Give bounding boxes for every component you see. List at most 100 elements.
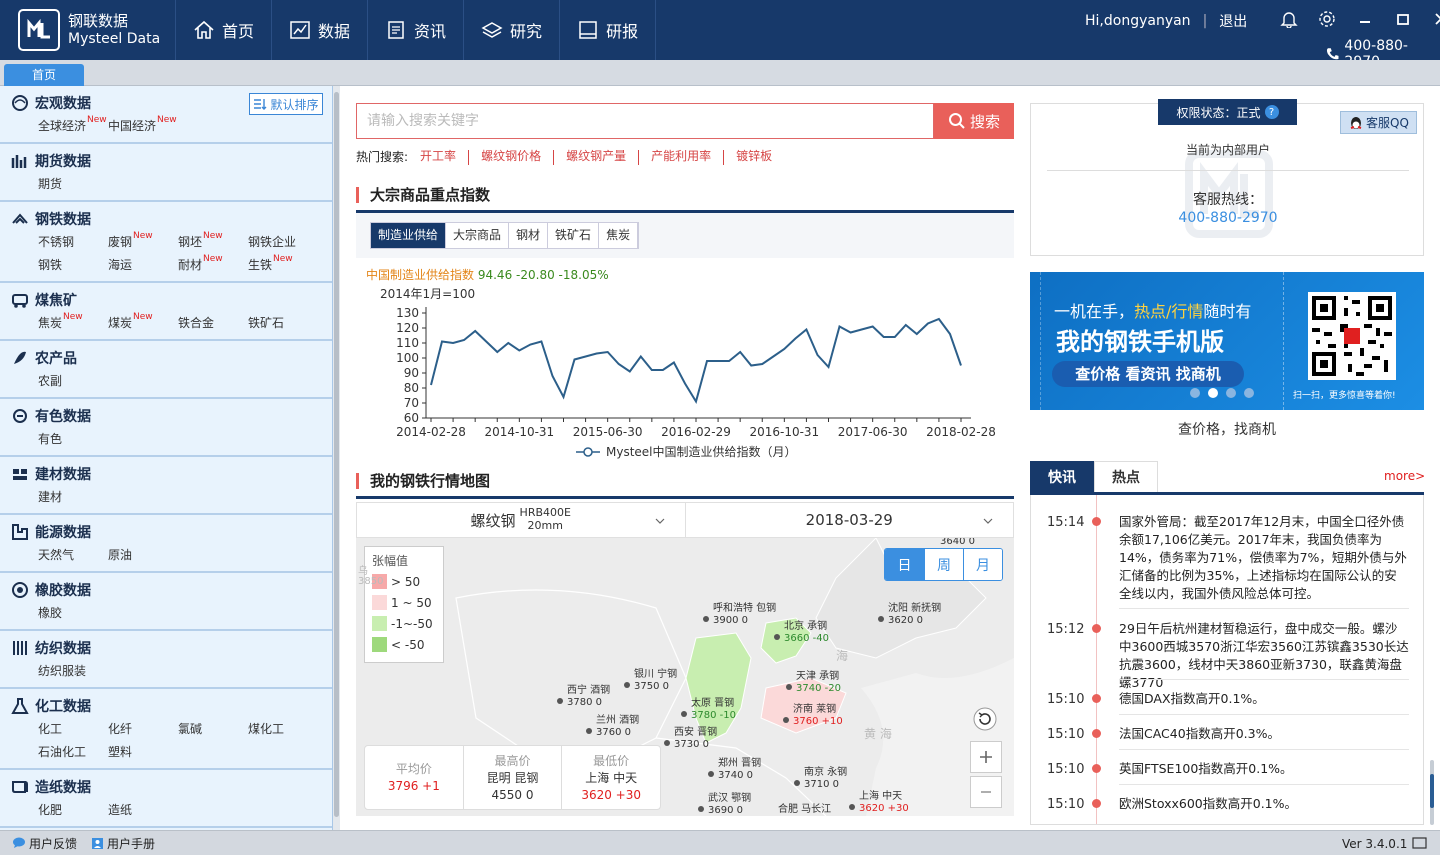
sidebar-subitem[interactable]: 中国经济 New [108, 115, 178, 138]
logout-link[interactable]: 退出 [1219, 11, 1247, 31]
nav-news[interactable]: 资讯 [368, 0, 465, 60]
sidebar-subitem[interactable]: 煤炭 New [108, 312, 178, 335]
maximize-icon[interactable] [1392, 9, 1414, 29]
page-scrollbar[interactable] [1428, 760, 1436, 825]
city-dot[interactable] [783, 717, 789, 723]
sidebar-subitem[interactable]: 石油化工 [38, 741, 108, 764]
tab-hot-news[interactable]: 热点 [1094, 461, 1158, 492]
sidebar-subitem[interactable]: 全球经济 New [38, 115, 108, 138]
city-label[interactable]: 天津 承钢 3740 -20 [796, 671, 841, 695]
city-label[interactable]: 太原 晋钢 3780 -10 [691, 698, 736, 722]
sidebar-subitem[interactable]: 焦炭 New [38, 312, 108, 335]
city-label[interactable]: 西安 晋钢 3730 0 [674, 727, 717, 751]
hot-search-link[interactable]: 螺纹钢产量 [553, 150, 638, 165]
user-greeting[interactable]: Hi,dongyanyan [1085, 13, 1191, 29]
sidebar-subitem[interactable]: 不锈钢 [38, 231, 108, 254]
city-dot[interactable] [698, 806, 704, 812]
sidebar-subitem[interactable]: 海运 [108, 254, 178, 277]
city-label[interactable]: 南京 永钢 3710 0 [804, 767, 847, 791]
zoom-in-button[interactable] [970, 741, 1002, 773]
feedback-button[interactable]: 用户反馈 [12, 835, 77, 852]
period-week-button[interactable]: 周 [924, 549, 963, 580]
sidebar-category-header[interactable]: 建材数据 [10, 462, 332, 486]
sidebar-subitem[interactable]: 天然气 [38, 544, 108, 567]
more-link[interactable]: more> [1384, 469, 1425, 483]
sidebar-subitem[interactable]: 农副 [38, 370, 108, 393]
sidebar-category-header[interactable]: 化工数据 [10, 694, 332, 718]
sidebar-subitem[interactable]: 造纸 [108, 799, 178, 822]
sidebar-subitem[interactable]: 有色 [38, 428, 108, 451]
city-label[interactable]: 济南 莱钢 3760 +10 [793, 704, 843, 728]
sidebar-category-header[interactable]: 纺织数据 [10, 636, 332, 660]
sidebar-subitem[interactable]: 钢铁 [38, 254, 108, 277]
nav-home[interactable]: 首页 [176, 0, 273, 60]
sidebar-subitem[interactable]: 建材 [38, 486, 108, 509]
city-dot[interactable] [703, 616, 709, 622]
city-dot[interactable] [878, 616, 884, 622]
carousel-dot[interactable] [1190, 388, 1200, 398]
city-label[interactable]: 兰州 酒钢 3760 0 [596, 715, 639, 739]
sidebar-subitem[interactable]: 氯碱 [178, 718, 248, 741]
sidebar-category-header[interactable]: 钢铁数据 [10, 207, 332, 231]
city-dot[interactable] [586, 728, 592, 734]
minimize-icon[interactable] [1354, 9, 1376, 29]
city-dot[interactable] [681, 711, 687, 717]
city-label[interactable]: 沈阳 新抚钢 3620 0 [888, 603, 941, 627]
city-dot[interactable] [849, 804, 855, 810]
city-dot[interactable] [624, 682, 630, 688]
sidebar-category-header[interactable]: 煤焦矿 [10, 288, 332, 312]
sidebar-subitem[interactable]: 化肥 [38, 799, 108, 822]
qq-service-button[interactable]: 客服QQ [1340, 111, 1417, 134]
city-label[interactable]: 郑州 晋钢 3740 0 [718, 758, 761, 782]
city-dot[interactable] [786, 684, 792, 690]
sidebar-subitem[interactable]: 生铁 New [248, 254, 318, 277]
tab-home[interactable]: 首页 [4, 64, 84, 86]
hot-search-link[interactable]: 开工率 [420, 150, 468, 165]
sidebar-category-header[interactable]: 能源数据 [10, 520, 332, 544]
sort-button[interactable]: 默认排序 [249, 93, 323, 115]
product-select[interactable]: 螺纹钢 HRB400E 20mm [357, 503, 685, 537]
sidebar-subitem[interactable]: 原油 [108, 544, 178, 567]
sidebar-subitem[interactable]: 耐材 New [178, 254, 248, 277]
hot-search-link[interactable]: 螺纹钢价格 [468, 150, 553, 165]
zoom-out-button[interactable] [970, 776, 1002, 808]
sidebar-category-header[interactable]: 造纸数据 [10, 775, 332, 799]
sidebar-scrollbar[interactable] [333, 86, 340, 830]
sidebar-subitem[interactable]: 塑料 [108, 741, 178, 764]
search-button[interactable]: 搜索 [934, 103, 1014, 139]
sidebar-subitem[interactable]: 煤化工 [248, 718, 318, 741]
tab-steel[interactable]: 钢材 [509, 223, 549, 248]
sidebar-category-header[interactable]: 有色数据 [10, 404, 332, 428]
sidebar-category-header[interactable]: 农产品 [10, 346, 332, 370]
city-label[interactable]: 北京 承钢 3660 -40 [784, 621, 829, 645]
date-select[interactable]: 2018-03-29 [684, 503, 1014, 537]
refresh-icon[interactable] [971, 705, 999, 733]
gear-icon[interactable] [1316, 9, 1338, 29]
close-icon[interactable] [1430, 9, 1440, 29]
tab-flash-news[interactable]: 快讯 [1030, 461, 1094, 492]
sidebar-subitem[interactable]: 铁合金 [178, 312, 248, 335]
period-month-button[interactable]: 月 [963, 549, 1002, 580]
tab-iron-ore[interactable]: 铁矿石 [548, 223, 600, 248]
sidebar-subitem[interactable]: 橡胶 [38, 602, 108, 625]
city-dot[interactable] [794, 780, 800, 786]
sidebar-category-header[interactable]: 橡胶数据 [10, 578, 332, 602]
city-label[interactable]: 上海 中天 3620 +30 [859, 791, 909, 815]
city-dot[interactable] [708, 771, 714, 777]
sidebar-subitem[interactable]: 化纤 [108, 718, 178, 741]
carousel-dot[interactable] [1244, 388, 1254, 398]
city-dot[interactable] [557, 698, 563, 704]
help-icon[interactable]: ? [1264, 105, 1279, 119]
city-dot[interactable] [664, 740, 670, 746]
city-dot[interactable] [774, 634, 780, 640]
nav-data[interactable]: 数据 [272, 0, 369, 60]
city-label[interactable]: 呼和浩特 包钢 3900 0 [713, 603, 776, 627]
search-input[interactable] [356, 103, 934, 139]
tab-coke[interactable]: 焦炭 [599, 223, 639, 248]
city-label[interactable]: 银川 宁钢 3750 0 [634, 669, 677, 693]
city-label[interactable]: 武汉 鄂钢 3690 0 [708, 793, 751, 816]
sidebar-subitem[interactable]: 化工 [38, 718, 108, 741]
mobile-app-banner[interactable]: 一机在手，热点/行情随时有 我的钢铁手机版 查价格 看资讯 找商机 扫一扫，更多… [1030, 272, 1424, 410]
hot-search-link[interactable]: 产能利用率 [638, 150, 723, 165]
city-label[interactable]: 西宁 酒钢 3780 0 [567, 685, 610, 709]
